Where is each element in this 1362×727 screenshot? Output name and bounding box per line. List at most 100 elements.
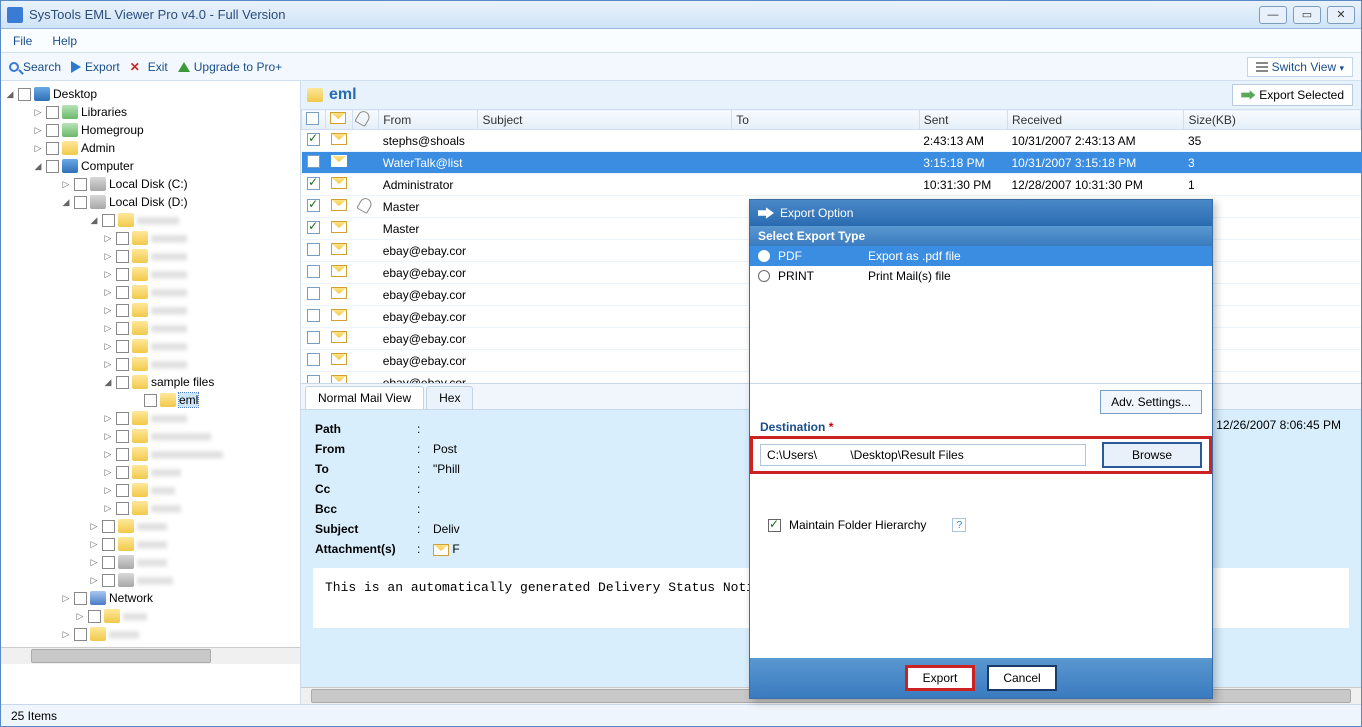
folder-icon [132, 375, 148, 389]
folder-icon [132, 339, 148, 353]
to-value: "Phill [433, 460, 460, 478]
row-checkbox[interactable] [307, 221, 320, 234]
folder-icon [118, 213, 134, 227]
cell-from: Master [379, 196, 478, 218]
tree-node-local-d[interactable]: ◢Local Disk (D:) [1, 193, 300, 211]
tree-node-folder[interactable]: ▷xxxxxx [1, 319, 300, 337]
to-label: To [315, 460, 415, 478]
cell-from: ebay@ebay.cor [379, 328, 478, 350]
tree-node-folder[interactable]: ▷xxxxx [1, 499, 300, 517]
tree-node-folder[interactable]: ▷xxxxxxxxxxxx [1, 445, 300, 463]
tree-node-folder[interactable]: ◢xxxxxxx [1, 211, 300, 229]
table-row[interactable]: stephs@shoals2:43:13 AM10/31/2007 2:43:1… [302, 130, 1361, 152]
cell-sent: 10:31:30 PM [919, 174, 1007, 196]
minimize-button[interactable]: — [1259, 6, 1287, 24]
row-checkbox[interactable] [307, 265, 320, 278]
tree-node-folder[interactable]: ▷xxxxxx [1, 301, 300, 319]
tree-node-homegroup[interactable]: ▷Homegroup [1, 121, 300, 139]
radio-pdf[interactable] [758, 250, 770, 262]
tree-node-folder[interactable]: ▷xxxxxxxxxx [1, 427, 300, 445]
tree-node-folder[interactable]: ▷xxxxxx [1, 409, 300, 427]
export-type-pdf[interactable]: PDFExport as .pdf file [750, 246, 1212, 266]
tree-node-eml[interactable]: eml [1, 391, 300, 409]
folder-icon [90, 627, 106, 641]
maximize-button[interactable]: ▭ [1293, 6, 1321, 24]
tree-node-folder[interactable]: ▷xxxxxx [1, 571, 300, 589]
tree-node-sample[interactable]: ◢sample files [1, 373, 300, 391]
export-button[interactable]: Export [71, 60, 120, 74]
export-confirm-button[interactable]: Export [905, 665, 975, 691]
tree-node-folder[interactable]: ▷xxxxxx [1, 355, 300, 373]
row-checkbox[interactable] [307, 287, 320, 300]
radio-print[interactable] [758, 270, 770, 282]
row-checkbox[interactable] [307, 155, 320, 168]
switch-view-button[interactable]: Switch View ▾ [1247, 57, 1353, 77]
tree-node-local-c[interactable]: ▷Local Disk (C:) [1, 175, 300, 193]
cell-from: WaterTalk@list [379, 152, 478, 174]
tab-hex[interactable]: Hex [426, 386, 473, 409]
cancel-button[interactable]: Cancel [987, 665, 1057, 691]
advanced-settings-button[interactable]: Adv. Settings... [1100, 390, 1202, 414]
tree-node-folder[interactable]: ▷xxxxxx [1, 337, 300, 355]
row-checkbox[interactable] [307, 133, 320, 146]
sidebar-hscroll[interactable] [1, 647, 300, 664]
tree-node-computer[interactable]: ◢Computer [1, 157, 300, 175]
table-row[interactable]: WaterTalk@list3:15:18 PM10/31/2007 3:15:… [302, 152, 1361, 174]
row-checkbox[interactable] [307, 243, 320, 256]
tree-node-folder[interactable]: ▷xxxxxx [1, 283, 300, 301]
table-row[interactable]: Administrator10:31:30 PM12/28/2007 10:31… [302, 174, 1361, 196]
grid-icon [1256, 62, 1268, 72]
tree-node-folder[interactable]: ▷xxxxx [1, 463, 300, 481]
row-checkbox[interactable] [307, 309, 320, 322]
tree-node-admin[interactable]: ▷Admin [1, 139, 300, 157]
col-from[interactable]: From [379, 110, 478, 130]
tree-node-desktop[interactable]: ◢Desktop [1, 85, 300, 103]
maintain-hierarchy-checkbox[interactable] [768, 519, 781, 532]
menu-help[interactable]: Help [52, 34, 77, 48]
select-all-checkbox[interactable] [306, 112, 319, 125]
grid-header[interactable]: From Subject To Sent Received Size(KB) [302, 110, 1361, 130]
tree-node-folder[interactable]: ▷xxxxx [1, 625, 300, 643]
search-button[interactable]: Search [9, 60, 61, 74]
folder-icon [118, 519, 134, 533]
export-selected-button[interactable]: Export Selected [1232, 84, 1353, 106]
row-checkbox[interactable] [307, 177, 320, 190]
tree-node-folder[interactable]: ▷xxxxx [1, 517, 300, 535]
folder-icon [132, 465, 148, 479]
exit-button[interactable]: ✕Exit [130, 60, 168, 74]
col-to[interactable]: To [732, 110, 920, 130]
tree-node-libraries[interactable]: ▷Libraries [1, 103, 300, 121]
tree-node-folder[interactable]: ▷xxxxx [1, 535, 300, 553]
folder-icon [118, 537, 134, 551]
destination-input[interactable] [760, 444, 1086, 466]
attachment-icon [357, 196, 374, 214]
row-checkbox[interactable] [307, 353, 320, 366]
close-button[interactable]: ✕ [1327, 6, 1355, 24]
row-checkbox[interactable] [307, 375, 320, 385]
tree-node-folder[interactable]: ▷xxxxxx [1, 229, 300, 247]
tab-normal-mail-view[interactable]: Normal Mail View [305, 386, 424, 409]
tree-node-folder[interactable]: ▷xxxxxx [1, 265, 300, 283]
tree-node-folder[interactable]: ▷xxxx [1, 481, 300, 499]
col-sent[interactable]: Sent [919, 110, 1007, 130]
tree-node-folder[interactable]: ▷xxxx [1, 607, 300, 625]
folder-tree-sidebar[interactable]: ◢Desktop ▷Libraries ▷Homegroup ▷Admin ◢C… [1, 81, 301, 704]
desktop-icon [34, 87, 50, 101]
upgrade-button[interactable]: Upgrade to Pro+ [178, 60, 282, 74]
envelope-icon [331, 309, 347, 321]
col-subject[interactable]: Subject [478, 110, 732, 130]
help-icon[interactable]: ? [952, 518, 966, 532]
col-received[interactable]: Received [1007, 110, 1184, 130]
browse-button[interactable]: Browse [1102, 442, 1202, 468]
export-type-print[interactable]: PRINTPrint Mail(s) file [750, 266, 1212, 286]
folder-icon [132, 249, 148, 263]
tree-node-folder[interactable]: ▷xxxxxx [1, 247, 300, 265]
folder-icon [104, 609, 120, 623]
tree-node-network[interactable]: ▷Network [1, 589, 300, 607]
row-checkbox[interactable] [307, 331, 320, 344]
col-size[interactable]: Size(KB) [1184, 110, 1361, 130]
tree-node-folder[interactable]: ▷xxxxx [1, 553, 300, 571]
menu-file[interactable]: File [13, 34, 32, 48]
row-checkbox[interactable] [307, 199, 320, 212]
envelope-icon [331, 243, 347, 255]
